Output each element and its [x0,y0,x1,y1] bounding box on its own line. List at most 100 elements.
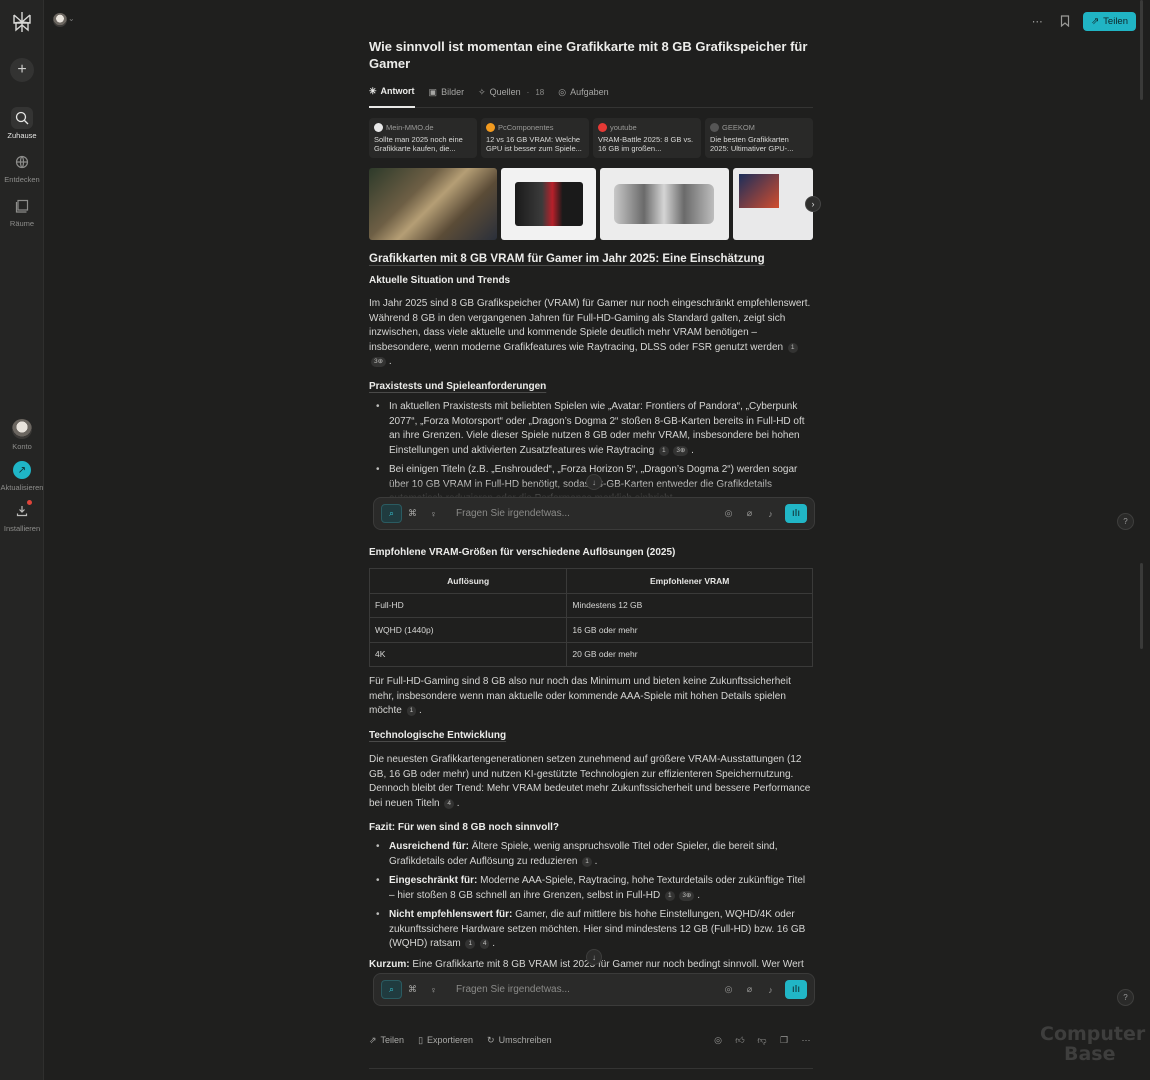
bookmark-icon[interactable] [1055,11,1075,31]
help-button[interactable]: ? [1117,989,1134,1006]
paperclip-icon[interactable]: ⌀ [739,980,760,999]
tab-images[interactable]: ▣ Bilder [429,84,465,100]
citation[interactable]: 3⊕ [371,357,387,367]
citation[interactable]: 3⊕ [679,890,695,901]
research-mode-icon[interactable]: ⌘ [402,980,423,999]
sources-icon: ✧ [478,86,486,97]
section-heading: Empfohlene VRAM-Größen für verschiedene … [369,547,676,558]
answer-heading: Grafikkarten mit 8 GB VRAM für Gamer im … [369,253,765,265]
gpu-image[interactable] [500,168,597,240]
table-cell: 4K [368,641,568,667]
ask-bar: ⌕ ⌘ ♀ Fragen Sie irgendetwas... ◎ ⌀ ♪ ıI… [373,497,815,530]
source-card[interactable]: Mein-MMO.de Sollte man 2025 noch eine Gr… [369,118,477,158]
globe-icon [11,151,33,173]
document-icon: ▯ [418,1034,424,1045]
avatar[interactable] [53,13,67,27]
ask-input[interactable]: Fragen Sie irgendetwas... [456,508,718,519]
section-heading: Fazit: Für wen sind 8 GB noch sinnvoll? [369,822,560,833]
share-button[interactable]: ⇗ Teilen [1083,11,1136,31]
watermark-logo: Computer Base [1040,1023,1146,1065]
table-cell: Mindestens 12 GB [566,592,813,618]
more-options-icon[interactable]: ⋯ [1027,11,1047,31]
scrollbar-thumb[interactable] [1140,563,1143,649]
table-header: Empfohlener VRAM [566,568,813,594]
sidebar: + Zuhause Entdecken Räume Konto ↗ Aktual… [0,0,44,1080]
sidebar-item-account[interactable]: Konto [0,418,44,451]
citation[interactable]: 1 [665,890,675,901]
microphone-icon[interactable]: ♪ [760,504,781,523]
microphone-icon[interactable]: ♪ [760,980,781,999]
feedback-actions: ◎ 👍︎ 👎︎ ❐ ⋯ [711,1033,813,1047]
refresh-icon: ↻ [487,1034,495,1045]
tab-sources[interactable]: ✧ Quellen · 18 [478,84,544,100]
sidebar-item-label: Aktualisieren [0,483,44,492]
table-header-row: Auflösung Empfohlener VRAM [368,568,813,594]
favicon-icon [486,123,495,132]
source-card[interactable]: GEEKOM Die besten Grafikkarten 2025: Ult… [705,118,813,158]
tab-answer[interactable]: ✳ Antwort [369,84,415,108]
citation[interactable]: 1 [406,706,417,716]
tab-tasks[interactable]: ◎ Aufgaben [558,84,608,100]
chevron-right-icon[interactable]: › [805,196,821,212]
thumbs-up-icon[interactable]: 👍︎ [733,1033,747,1047]
lightbulb-icon[interactable]: ♀ [423,980,444,999]
search-mode-icon[interactable]: ⌕ [381,504,402,523]
citation[interactable]: 4 [444,798,455,809]
share-answer-button[interactable]: ⇗ Teilen [369,1035,404,1046]
perplexity-logo-icon[interactable] [10,10,34,34]
arrow-down-icon[interactable]: ↓ [586,949,602,965]
source-cards: Mein-MMO.de Sollte man 2025 noch eine Gr… [369,118,813,158]
more-options-icon[interactable]: ⋯ [799,1033,813,1047]
paragraph: Die neuesten Grafikkartengenerationen se… [369,754,811,809]
sidebar-item-label: Installieren [3,524,41,533]
chevron-down-icon[interactable]: ⌄ [68,14,75,23]
gpu-image[interactable] [733,168,813,240]
list-item: Nicht empfehlenswert für: Gamer, die auf… [369,908,813,952]
new-thread-button[interactable]: + [10,58,34,82]
scrollbar[interactable] [1140,0,1143,100]
lightbulb-icon[interactable]: ♀ [423,504,444,523]
citation[interactable]: 1 [465,939,476,949]
ask-bar: ⌕ ⌘ ♀ Fragen Sie irgendetwas... ◎ ⌀ ♪ ıI… [373,973,815,1006]
table-cell: WQHD (1440p) [368,617,568,643]
globe-icon[interactable]: ◎ [711,1033,725,1047]
sidebar-item-discover[interactable]: Entdecken [0,151,44,184]
source-card[interactable]: PcComponentes 12 vs 16 GB VRAM: Welche G… [481,118,589,158]
research-mode-icon[interactable]: ⌘ [402,504,423,523]
thumbs-down-icon[interactable]: 👎︎ [755,1033,769,1047]
source-card[interactable]: youtube VRAM-Battle 2025: 8 GB vs. 16 GB… [593,118,701,158]
citation[interactable]: 1 [787,342,798,353]
voice-mode-button[interactable]: ıIı [785,504,807,523]
favicon-icon [374,123,383,132]
image-icon: ▣ [428,86,438,97]
globe-icon[interactable]: ◎ [718,980,739,999]
image-strip [369,168,813,240]
gpu-image[interactable] [369,168,497,240]
share-icon: ⇗ [369,1034,377,1045]
sidebar-item-home[interactable]: Zuhause [0,107,44,140]
paperclip-icon[interactable]: ⌀ [739,504,760,523]
export-button[interactable]: ▯ Exportieren [418,1035,473,1046]
sidebar-item-spaces[interactable]: Räume [0,195,44,228]
sidebar-item-update[interactable]: ↗ Aktualisieren [0,459,44,492]
arrow-up-right-icon: ↗ [13,461,31,479]
globe-icon[interactable]: ◎ [718,504,739,523]
sidebar-item-label: Entdecken [4,175,40,184]
arrow-down-icon[interactable]: ↓ [586,474,602,490]
ask-input[interactable]: Fragen Sie irgendetwas... [456,984,718,995]
sidebar-item-install[interactable]: Installieren [0,500,44,533]
help-button[interactable]: ? [1117,513,1134,530]
search-mode-icon[interactable]: ⌕ [381,980,402,999]
copy-icon[interactable]: ❐ [777,1033,791,1047]
plus-icon: + [17,61,27,78]
paragraph: Im Jahr 2025 sind 8 GB Grafikspeicher (V… [369,298,811,367]
rewrite-button[interactable]: ↻ Umschreiben [487,1035,552,1046]
voice-mode-button[interactable]: ıIı [785,980,807,999]
citation[interactable]: 1 [658,445,669,456]
citation[interactable]: 1 [582,856,592,867]
gpu-image[interactable] [600,168,730,240]
citation[interactable]: 3⊕ [673,445,689,456]
citation[interactable]: 4 [479,939,490,949]
section-heading: Aktuelle Situation und Trends [369,275,511,286]
answer-icon: ✳ [369,86,377,96]
